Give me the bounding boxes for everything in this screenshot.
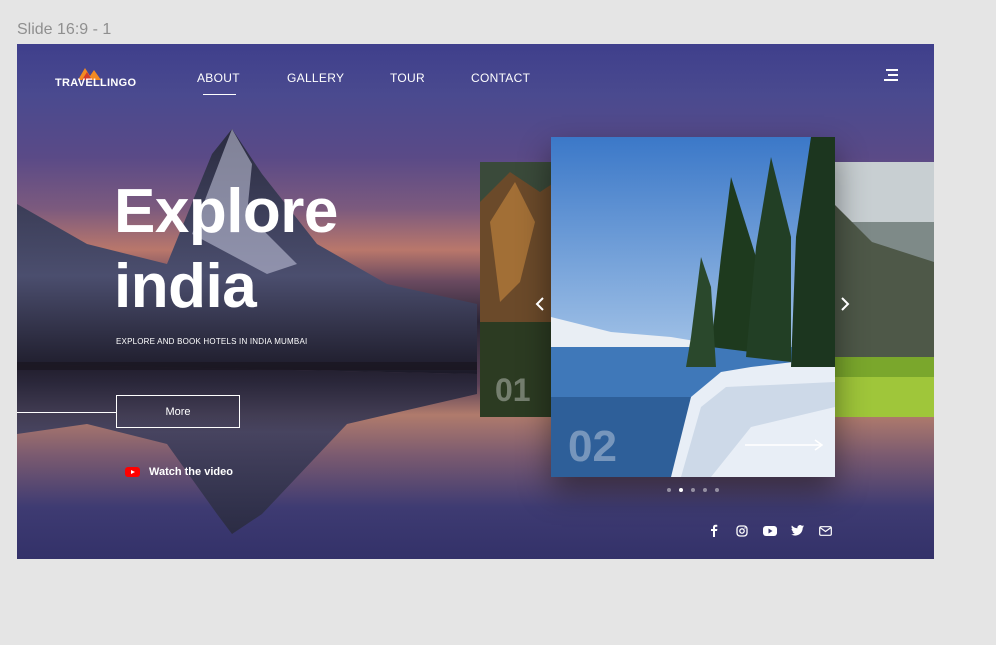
instagram-icon[interactable] <box>734 524 749 537</box>
hero-subtitle: EXPLORE AND BOOK HOTELS IN INDIA MUMBAI <box>116 337 308 346</box>
decorative-line <box>17 412 116 413</box>
hero-title-line2: india <box>114 252 257 321</box>
card-02-number: 02 <box>568 422 617 471</box>
carousel-card-01[interactable]: 01 <box>480 162 555 417</box>
hero-slide: TRAVELLINGO ABOUT GALLERY TOUR CONTACT E… <box>17 44 934 559</box>
card-01-number: 01 <box>495 372 531 408</box>
carousel-dot[interactable] <box>667 488 671 492</box>
social-links <box>706 524 833 537</box>
carousel-dots <box>667 488 719 492</box>
nav-gallery[interactable]: GALLERY <box>287 71 344 85</box>
hero-title: Explore india <box>114 174 338 324</box>
carousel-dot-active[interactable] <box>679 488 683 492</box>
more-button[interactable]: More <box>116 395 240 428</box>
youtube-icon[interactable] <box>762 524 777 537</box>
mail-icon[interactable] <box>818 524 833 537</box>
nav-tour[interactable]: TOUR <box>390 71 425 85</box>
card-03-image <box>832 162 934 417</box>
logo-text[interactable]: TRAVELLINGO <box>55 77 136 89</box>
watch-video-label: Watch the video <box>149 466 233 478</box>
watch-video-link[interactable]: Watch the video <box>125 466 233 478</box>
nav-contact[interactable]: CONTACT <box>471 71 530 85</box>
carousel-card-03[interactable] <box>832 162 934 417</box>
hero-title-line1: Explore <box>114 177 338 246</box>
carousel-dot[interactable] <box>703 488 707 492</box>
twitter-icon[interactable] <box>790 524 805 537</box>
carousel-dot[interactable] <box>691 488 695 492</box>
frame-label: Slide 16:9 - 1 <box>17 21 112 38</box>
arrow-right-icon[interactable] <box>745 439 825 451</box>
hamburger-menu-icon[interactable] <box>882 68 898 82</box>
youtube-play-icon <box>125 467 140 477</box>
carousel-dot[interactable] <box>715 488 719 492</box>
chevron-right-icon[interactable] <box>840 295 850 318</box>
carousel-card-02[interactable]: 02 <box>551 137 835 477</box>
nav-about[interactable]: ABOUT <box>197 71 240 95</box>
chevron-left-icon[interactable] <box>535 295 545 318</box>
facebook-icon[interactable] <box>706 524 721 537</box>
